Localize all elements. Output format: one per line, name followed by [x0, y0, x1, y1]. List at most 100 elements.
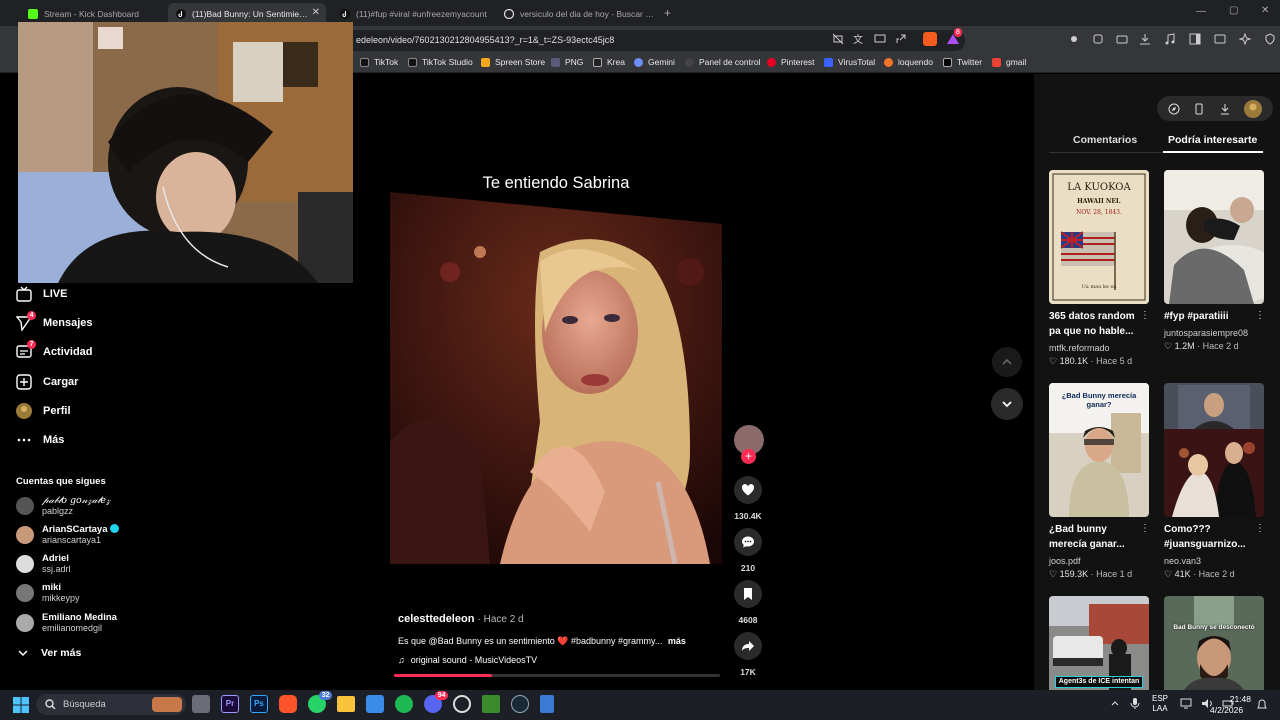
tab-versiculo[interactable]: versiculo del dia de hoy - Buscar con: [496, 3, 656, 25]
recommended-card[interactable]: Agent3s de ICE intentan: [1049, 596, 1149, 690]
card-author[interactable]: juntosparasiempre08: [1164, 327, 1248, 339]
chevron-up-icon[interactable]: [1110, 698, 1120, 708]
bookmark-twitter[interactable]: Twitter: [943, 57, 982, 67]
sidebar-icon[interactable]: [1189, 33, 1201, 45]
wallet-icon[interactable]: [1116, 33, 1128, 45]
bookmark-gemini[interactable]: Gemini: [634, 57, 675, 67]
save-button[interactable]: [734, 580, 762, 608]
bookmark-tiktok[interactable]: TikTok: [360, 57, 398, 67]
recommended-card[interactable]: ¿Bad Bunny merecía ganar?: [1049, 383, 1149, 517]
vpn-shield-icon[interactable]: [1264, 33, 1276, 45]
recommended-card[interactable]: [1164, 170, 1264, 304]
file-explorer-icon[interactable]: [337, 696, 355, 712]
minimize-icon[interactable]: —: [1196, 6, 1206, 17]
card-title[interactable]: ¿Bad bunny merecía ganar...: [1049, 522, 1141, 552]
leo-ai-icon[interactable]: [1239, 33, 1251, 45]
compass-icon[interactable]: [1168, 103, 1180, 115]
minecraft-icon[interactable]: [482, 695, 500, 713]
bookmark-panel-de-control[interactable]: Panel de control: [685, 57, 760, 67]
url-text[interactable]: edeleon/video/7602130212804955413?_r=1&_…: [356, 35, 614, 45]
bookmark-png[interactable]: PNG: [551, 57, 583, 67]
phone-icon[interactable]: [1193, 103, 1205, 115]
brave-rewards-icon[interactable]: 8: [946, 28, 962, 45]
nav-live[interactable]: LIVE: [16, 286, 67, 302]
bookmark-spreen-store[interactable]: Spreen Store: [481, 57, 545, 67]
bookmark-gmail[interactable]: gmail: [992, 57, 1026, 67]
video-player[interactable]: [390, 192, 722, 564]
discord-icon[interactable]: 94: [424, 691, 448, 713]
steam-icon[interactable]: [511, 695, 529, 713]
language-indicator[interactable]: ESP LAA: [1152, 694, 1168, 714]
video-progress-track[interactable]: [394, 674, 720, 677]
close-tab-icon[interactable]: ✕: [312, 7, 320, 18]
card-more-icon[interactable]: ⋮: [1255, 523, 1265, 534]
notepad-icon[interactable]: [540, 695, 554, 713]
card-title[interactable]: Como??? #juansguarnizo...: [1164, 522, 1256, 552]
tab-fup-viral[interactable]: (11)#fup #viral #unfreezemyacount: [332, 3, 490, 25]
whatsapp-icon[interactable]: 32: [308, 691, 332, 713]
share-button[interactable]: [734, 632, 762, 660]
like-button[interactable]: [734, 476, 762, 504]
download-icon[interactable]: [1139, 33, 1151, 45]
bookmark-krea[interactable]: Krea: [593, 57, 625, 67]
card-title[interactable]: 365 datos random pa que no hable...: [1049, 309, 1141, 339]
notification-bell-icon[interactable]: [1257, 699, 1267, 710]
share-icon[interactable]: [895, 33, 907, 45]
download-icon[interactable]: [1219, 103, 1231, 115]
premiere-icon[interactable]: Pr: [221, 695, 239, 713]
bookmark-pinterest[interactable]: Pinterest: [767, 57, 815, 67]
nav-actividad[interactable]: 7 Actividad: [16, 340, 93, 360]
screen-icon[interactable]: [874, 33, 886, 45]
media-off-icon[interactable]: [832, 33, 844, 45]
bookmark-virustotal[interactable]: VirusTotal: [824, 57, 875, 67]
music-icon[interactable]: [1164, 33, 1176, 45]
windows-start-icon[interactable]: [13, 697, 29, 713]
spotify-icon[interactable]: [395, 695, 413, 713]
translate-icon[interactable]: 文: [853, 33, 865, 45]
follow-plus-icon[interactable]: +: [741, 449, 756, 464]
recommended-card[interactable]: Bad Bunny se desconectó: [1164, 596, 1264, 690]
clock[interactable]: 21:48: [1225, 694, 1251, 705]
taskbar-search[interactable]: Búsqueda: [36, 694, 186, 715]
tab-comentarios[interactable]: Comentarios: [1073, 134, 1137, 146]
puzzle-icon[interactable]: [1092, 33, 1104, 45]
video-sound[interactable]: ♫ original sound - MusicVideosTV: [398, 655, 537, 665]
comment-button[interactable]: [734, 528, 762, 556]
recommended-card[interactable]: [1164, 383, 1264, 517]
tab-podria-interesarte[interactable]: Podría interesarte: [1168, 134, 1257, 146]
nav-cargar[interactable]: Cargar: [16, 374, 78, 390]
close-window-icon[interactable]: ✕: [1261, 5, 1269, 16]
photoshop-icon[interactable]: Ps: [250, 695, 268, 713]
following-item[interactable]: 𝓅𝒶𝒷𝓁𝑜 𝑔𝑜𝓃𝓏𝒶𝓁𝑒𝓏 pablgzz: [16, 495, 110, 517]
maximize-icon[interactable]: ▢: [1229, 5, 1238, 16]
new-tab-icon[interactable]: +: [664, 6, 671, 20]
following-item[interactable]: miki mikkeypy: [16, 582, 80, 604]
obs-icon[interactable]: [453, 695, 471, 713]
bookmark-tiktok-studio[interactable]: TikTok Studio: [408, 57, 473, 67]
more-link[interactable]: más: [668, 636, 686, 646]
card-author[interactable]: neo.van3: [1164, 555, 1201, 567]
store-icon[interactable]: [366, 695, 384, 713]
brave-shields-icon[interactable]: [923, 32, 937, 46]
see-more-button[interactable]: Ver más: [16, 646, 81, 660]
brave-icon[interactable]: [279, 695, 297, 713]
wallet-icon[interactable]: [1214, 33, 1226, 45]
card-title[interactable]: #fyp #paratiiii: [1164, 309, 1256, 324]
task-view-icon[interactable]: [192, 695, 210, 713]
extension-icon[interactable]: [1068, 33, 1080, 45]
user-avatar[interactable]: [1244, 99, 1263, 118]
nav-mas[interactable]: Más: [16, 432, 64, 448]
card-author[interactable]: joos.pdf: [1049, 555, 1081, 567]
network-icon[interactable]: [1180, 698, 1192, 709]
card-more-icon[interactable]: ⋮: [1140, 310, 1150, 321]
nav-mensajes[interactable]: 4 Mensajes: [16, 311, 93, 331]
card-more-icon[interactable]: ⋮: [1255, 310, 1265, 321]
microphone-icon[interactable]: [1130, 697, 1140, 709]
next-video-button[interactable]: [991, 388, 1023, 420]
card-more-icon[interactable]: ⋮: [1140, 523, 1150, 534]
following-item[interactable]: ArianSCartaya arianscartaya1: [16, 524, 120, 546]
bookmark-loquendo[interactable]: loquendo: [884, 57, 933, 67]
nav-perfil[interactable]: Perfil: [16, 403, 71, 419]
video-author[interactable]: celesttedeleon: [398, 613, 474, 625]
recommended-card[interactable]: LA KUOKOA HAWAII NEI. NOV. 28, 1843. Ua …: [1049, 170, 1149, 304]
